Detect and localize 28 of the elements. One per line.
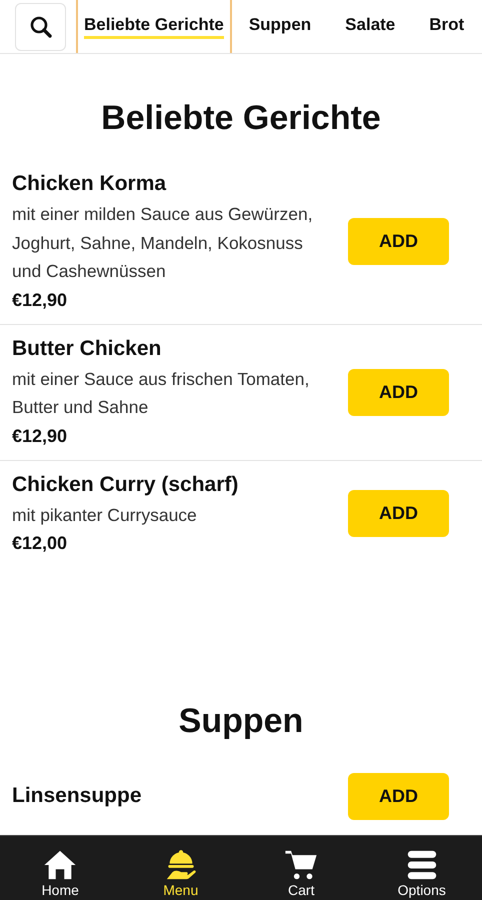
section-heading: Suppen xyxy=(178,701,304,741)
add-button[interactable]: ADD xyxy=(348,218,449,266)
dish-description: mit einer Sauce aus frischen Tomaten, Butter und Sahne xyxy=(12,368,310,419)
nav-tab[interactable]: Cart xyxy=(241,836,362,900)
category-tab[interactable]: Salate xyxy=(328,0,412,53)
section-heading: Beliebte Gerichte xyxy=(100,98,382,138)
category-tab[interactable]: Beliebte Gerichte xyxy=(76,0,232,53)
nav-tab[interactable]: Options xyxy=(362,836,482,900)
search-button[interactable] xyxy=(15,2,66,50)
dish-name: Chicken Korma xyxy=(12,171,168,197)
category-tab[interactable]: Suppen xyxy=(232,0,328,53)
cart-icon xyxy=(284,848,318,882)
nav-tab[interactable]: Menu xyxy=(120,836,241,900)
dish-name: Chicken Curry (scharf) xyxy=(12,472,240,498)
dish-name: Butter Chicken xyxy=(12,336,162,362)
dish-price: €12,90 xyxy=(12,424,68,448)
search-icon xyxy=(28,14,52,38)
dish-name: Linsensuppe xyxy=(12,782,143,808)
category-tab[interactable]: Brot xyxy=(412,0,482,53)
dish-description: mit pikanter Currysauce xyxy=(12,504,198,527)
add-button[interactable]: ADD xyxy=(348,773,449,820)
dish-price: €12,00 xyxy=(12,532,68,555)
nav-tab[interactable]: Home xyxy=(0,836,120,900)
home-icon xyxy=(43,848,78,882)
add-button[interactable]: ADD xyxy=(348,490,449,538)
add-button[interactable]: ADD xyxy=(348,368,449,416)
dish-description: mit einer milden Sauce aus Gewürzen, Joghurt, Sahne, Mandeln, Kokosnuss und Cashewnüssen xyxy=(12,203,314,283)
dish-price: €12,90 xyxy=(12,288,68,312)
